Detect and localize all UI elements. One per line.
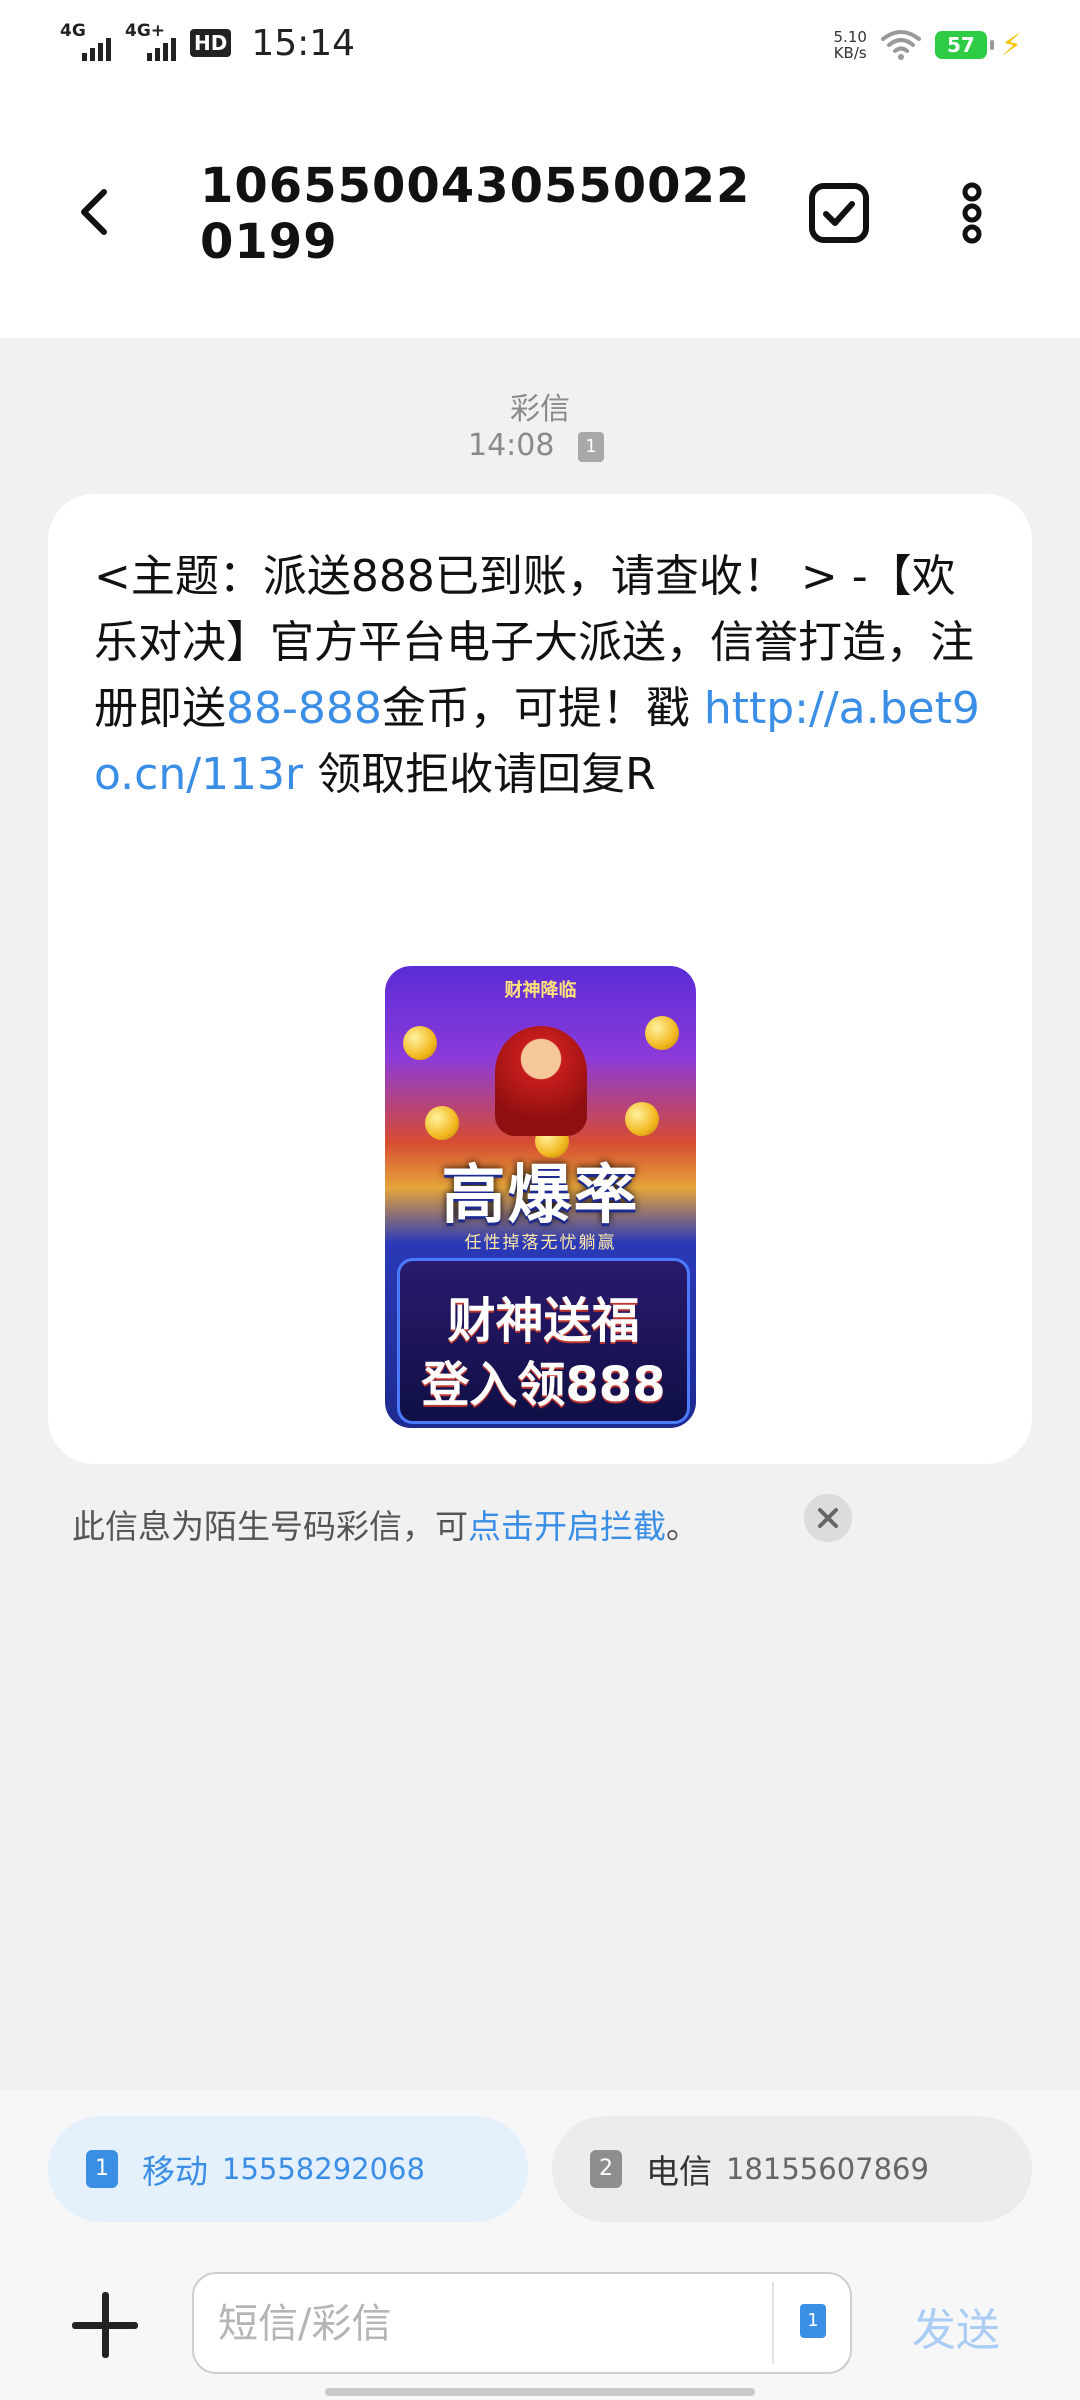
signal-1-icon: 4G: [60, 21, 111, 61]
close-icon[interactable]: [804, 1494, 852, 1542]
mms-type-label: 彩信: [510, 392, 570, 427]
signal-1-network-label: 4G: [60, 21, 86, 41]
promo-panel-line-1: 财神送福: [447, 1293, 640, 1349]
stranger-notice: 此信息为陌生号码彩信，可点击开启拦截。: [72, 1500, 699, 1548]
message-bubble[interactable]: <主题：派送888已到账，请查收！ > -【欢乐对决】官方平台电子大派送，信誉打…: [48, 494, 1032, 1464]
highlight-amount-link[interactable]: 88-888: [226, 683, 382, 734]
signal-2-network-label: 4G+: [125, 21, 166, 41]
status-left: 4G 4G+ HD 15:14: [60, 18, 355, 68]
status-bar: 4G 4G+ HD 15:14 5.10 KB/s 57 ⚡: [0, 0, 1080, 86]
network-speed-value: 5.10: [833, 28, 867, 46]
sim-2-carrier: 电信: [646, 2152, 712, 2191]
message-text-part: 金币，可提！戳: [381, 683, 704, 734]
signal-2-icon: 4G+: [125, 21, 176, 61]
message-composer: 1: [192, 2272, 852, 2374]
promo-headline: 高爆率: [441, 1159, 640, 1233]
hd-icon: HD: [190, 29, 232, 57]
network-speed: 5.10 KB/s: [834, 29, 867, 61]
sim-2-number: 18155607869: [726, 2152, 929, 2186]
notice-end: 。: [666, 1507, 699, 1546]
sim-1-chip[interactable]: 1 移动 15558292068: [48, 2116, 528, 2222]
composer-divider: [772, 2282, 774, 2364]
send-button[interactable]: 发送: [912, 2294, 1000, 2358]
message-input[interactable]: [216, 2274, 740, 2374]
sim-2-chip[interactable]: 2 电信 18155607869: [552, 2116, 1032, 2222]
contact-number-title: 10655004305500220199: [200, 158, 751, 270]
battery-icon: 57: [934, 31, 994, 59]
promo-subline: 任性掉落无忧躺赢: [464, 1233, 617, 1253]
sim-1-badge-icon: 1: [86, 2150, 118, 2188]
sim-1-carrier: 移动: [142, 2152, 208, 2191]
notice-text: 此信息为陌生号码彩信，可: [72, 1507, 468, 1546]
mms-promo-image[interactable]: 财神降临 高爆率 任性掉落无忧躺赢 财神送福 登入领888: [385, 966, 696, 1428]
promo-top-text: 财神降临: [504, 980, 577, 1001]
sim-badge-icon: 1: [578, 432, 604, 462]
sim-toggle-icon[interactable]: 1: [800, 2304, 826, 2338]
message-text: <主题：派送888已到账，请查收！ > -【欢乐对决】官方平台电子大派送，信誉打…: [94, 544, 994, 808]
multi-select-checkbox-icon[interactable]: [808, 182, 870, 244]
message-text-part: 领取拒收请回复R: [303, 749, 656, 800]
home-indicator[interactable]: [325, 2388, 755, 2396]
network-speed-unit: KB/s: [833, 44, 867, 62]
more-options-icon[interactable]: [950, 182, 994, 244]
status-right: 5.10 KB/s 57 ⚡: [834, 22, 1022, 68]
wealth-god-figure: [495, 1026, 587, 1136]
message-time: 14:08: [468, 428, 555, 463]
charging-bolt-icon: ⚡: [1000, 27, 1022, 63]
add-attachment-plus-icon[interactable]: [72, 2292, 138, 2358]
conversation-header: 10655004305500220199: [0, 86, 1080, 338]
back-arrow-icon[interactable]: [66, 182, 126, 242]
sim-2-badge-icon: 2: [590, 2150, 622, 2188]
wifi-icon: [880, 30, 921, 60]
sim-1-number: 15558292068: [222, 2152, 425, 2186]
promo-panel-line-2: 登入领888: [421, 1357, 666, 1413]
enable-block-link[interactable]: 点击开启拦截: [468, 1507, 666, 1546]
status-time: 15:14: [251, 22, 356, 64]
promo-panel: 财神送福 登入领888: [397, 1258, 690, 1424]
